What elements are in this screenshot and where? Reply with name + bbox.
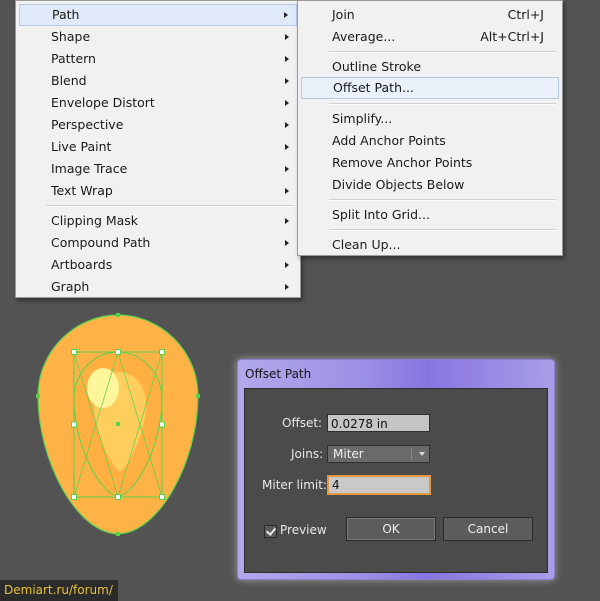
submenu-item-label: Simplify... — [332, 111, 393, 126]
menu-item-label: Blend — [51, 73, 87, 88]
checkmark-icon — [265, 525, 277, 536]
menu-item-shape[interactable]: Shape — [19, 26, 297, 48]
submenu-item-outline-stroke[interactable]: Outline Stroke — [301, 56, 559, 78]
submenu-item-remove-anchor-points[interactable]: Remove Anchor Points — [301, 152, 559, 174]
menu-item-label: Path — [52, 7, 80, 22]
submenu-item-label: Clean Up... — [332, 237, 401, 252]
menu-item-label: Shape — [51, 29, 91, 44]
submenu-item-divide-objects-below[interactable]: Divide Objects Below — [301, 174, 559, 196]
submenu-item-average[interactable]: Average... Alt+Ctrl+J — [301, 26, 559, 48]
menu-item-perspective[interactable]: Perspective — [19, 114, 297, 136]
menu-item-pattern[interactable]: Pattern — [19, 48, 297, 70]
menu-item-image-trace[interactable]: Image Trace — [19, 158, 297, 180]
submenu-item-label: Average... — [332, 29, 396, 44]
submenu-arrow-icon — [285, 166, 289, 172]
menu-item-label: Perspective — [51, 117, 124, 132]
submenu-item-clean-up[interactable]: Clean Up... — [301, 234, 559, 256]
menu-separator — [46, 205, 294, 207]
submenu-item-split-into-grid[interactable]: Split Into Grid... — [301, 204, 559, 226]
submenu-item-label: Offset Path... — [333, 80, 414, 95]
menu-item-label: Compound Path — [51, 235, 151, 250]
submenu-arrow-icon — [285, 100, 289, 106]
submenu-item-label: Join — [332, 7, 355, 22]
menu-item-label: Envelope Distort — [51, 95, 155, 110]
submenu-item-simplify[interactable]: Simplify... — [301, 108, 559, 130]
menu-item-label: Clipping Mask — [51, 213, 139, 228]
miter-limit-label: Miter limit: — [262, 478, 327, 492]
submenu-arrow-icon — [285, 284, 289, 290]
dialog-title: Offset Path — [245, 367, 312, 381]
center-point — [116, 422, 120, 426]
submenu-separator — [329, 229, 556, 231]
submenu-item-label: Divide Objects Below — [332, 177, 465, 192]
submenu-item-offset-path[interactable]: Offset Path... — [301, 77, 559, 99]
submenu-arrow-icon — [285, 144, 289, 150]
cancel-button[interactable]: Cancel — [443, 517, 533, 541]
shortcut-label: Ctrl+J — [507, 7, 544, 22]
submenu-item-label: Outline Stroke — [332, 59, 422, 74]
submenu-arrow-icon — [284, 12, 288, 18]
submenu-arrow-icon — [285, 78, 289, 84]
offset-input[interactable]: 0.0278 in — [327, 414, 430, 432]
offset-label: Offset: — [282, 416, 323, 430]
object-menu: Path Shape Pattern Blend Envelope Distor… — [15, 0, 301, 298]
menu-item-clipping-mask[interactable]: Clipping Mask — [19, 210, 297, 232]
submenu-item-label: Remove Anchor Points — [332, 155, 473, 170]
menu-item-path[interactable]: Path — [19, 4, 297, 26]
submenu-arrow-icon — [285, 188, 289, 194]
offset-path-dialog: Offset Path Offset: 0.0278 in Joins: Mit… — [237, 359, 555, 580]
menu-item-label: Pattern — [51, 51, 96, 66]
submenu-arrow-icon — [285, 218, 289, 224]
menu-item-label: Text Wrap — [51, 183, 113, 198]
submenu-arrow-icon — [285, 122, 289, 128]
submenu-separator — [329, 51, 556, 53]
preview-label[interactable]: Preview — [280, 523, 327, 537]
artwork-canvas[interactable] — [0, 290, 240, 550]
dialog-body: Offset: 0.0278 in Joins: Miter Miter lim… — [244, 388, 548, 573]
select-divider — [411, 448, 412, 460]
menu-item-artboards[interactable]: Artboards — [19, 254, 297, 276]
submenu-separator — [329, 199, 556, 201]
shortcut-label: Alt+Ctrl+J — [480, 29, 544, 44]
submenu-arrow-icon — [285, 262, 289, 268]
path-submenu: Join Ctrl+J Average... Alt+Ctrl+J Outlin… — [297, 0, 563, 256]
joins-label: Joins: — [291, 447, 324, 461]
menu-item-envelope-distort[interactable]: Envelope Distort — [19, 92, 297, 114]
joins-selected-value: Miter — [333, 447, 364, 461]
submenu-item-label: Split Into Grid... — [332, 207, 430, 222]
submenu-item-add-anchor-points[interactable]: Add Anchor Points — [301, 130, 559, 152]
menu-item-label: Live Paint — [51, 139, 112, 154]
menu-item-text-wrap[interactable]: Text Wrap — [19, 180, 297, 202]
submenu-arrow-icon — [285, 56, 289, 62]
submenu-arrow-icon — [285, 240, 289, 246]
ok-button[interactable]: OK — [346, 517, 436, 541]
preview-checkbox[interactable] — [264, 525, 277, 538]
watermark-text: Demiart.ru/forum/ — [0, 580, 118, 601]
miter-limit-input[interactable]: 4 — [327, 475, 431, 495]
menu-item-label: Image Trace — [51, 161, 128, 176]
menu-item-live-paint[interactable]: Live Paint — [19, 136, 297, 158]
submenu-arrow-icon — [285, 34, 289, 40]
menu-item-label: Artboards — [51, 257, 113, 272]
submenu-item-label: Add Anchor Points — [332, 133, 446, 148]
menu-item-blend[interactable]: Blend — [19, 70, 297, 92]
menu-item-compound-path[interactable]: Compound Path — [19, 232, 297, 254]
chevron-down-icon — [419, 452, 425, 456]
joins-select[interactable]: Miter — [327, 445, 430, 463]
submenu-item-join[interactable]: Join Ctrl+J — [301, 4, 559, 26]
submenu-separator — [329, 103, 556, 105]
